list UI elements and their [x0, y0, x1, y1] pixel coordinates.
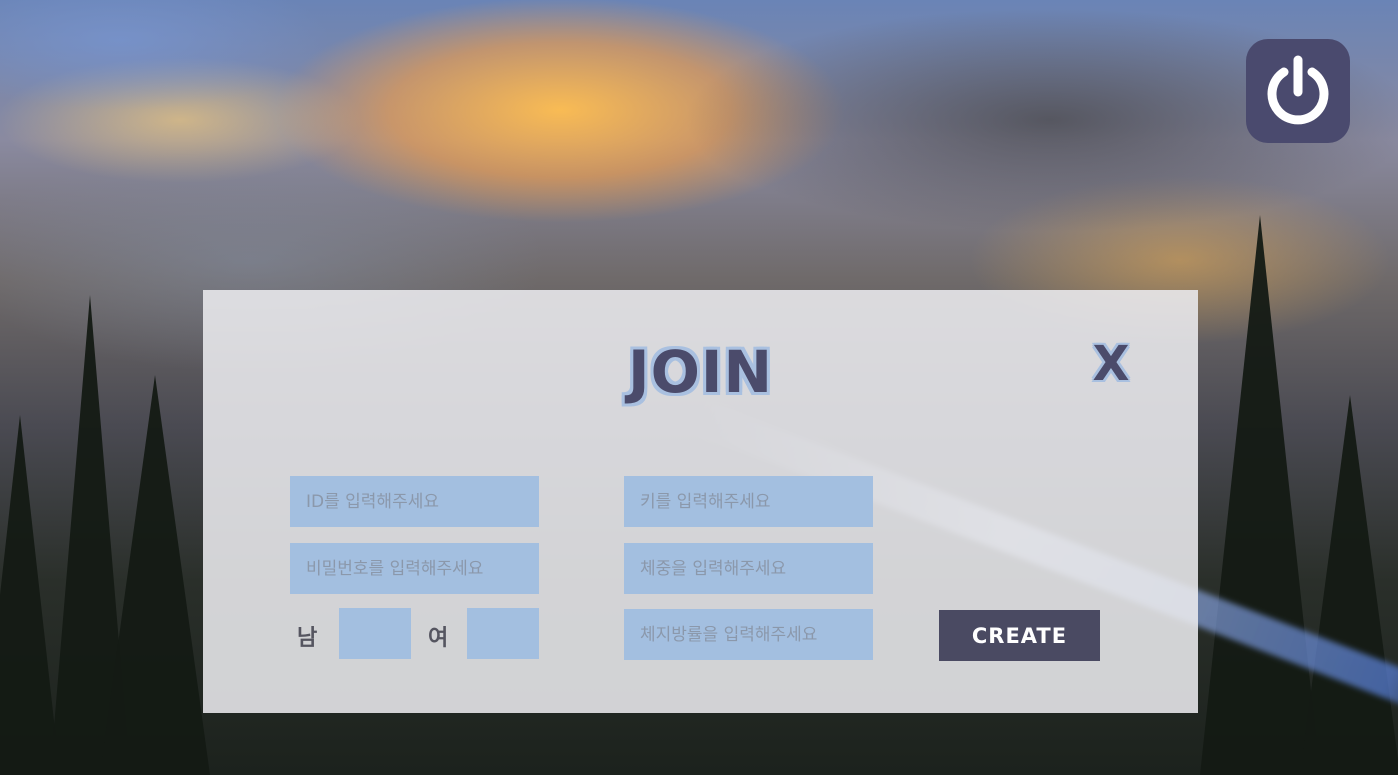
- power-icon: [1264, 52, 1332, 130]
- gender-female-label: 여: [428, 626, 449, 651]
- modal-title: JOIN: [627, 338, 773, 406]
- gender-male-label: 남: [297, 626, 318, 651]
- power-button[interactable]: [1246, 39, 1350, 143]
- close-button[interactable]: X: [1086, 336, 1136, 392]
- password-input[interactable]: [290, 543, 539, 594]
- id-input[interactable]: [290, 476, 539, 527]
- join-modal: JOIN X 남 여 CREATE: [203, 290, 1198, 713]
- gender-male-option[interactable]: [339, 608, 411, 659]
- create-button[interactable]: CREATE: [939, 610, 1100, 661]
- weight-input[interactable]: [624, 543, 873, 594]
- background-scene: JOIN X 남 여 CREATE: [0, 0, 1398, 775]
- height-input[interactable]: [624, 476, 873, 527]
- body-fat-input[interactable]: [624, 609, 873, 660]
- pine-tree: [1300, 395, 1398, 775]
- pine-tree: [100, 375, 210, 775]
- gender-female-option[interactable]: [467, 608, 539, 659]
- pine-tree: [0, 415, 60, 775]
